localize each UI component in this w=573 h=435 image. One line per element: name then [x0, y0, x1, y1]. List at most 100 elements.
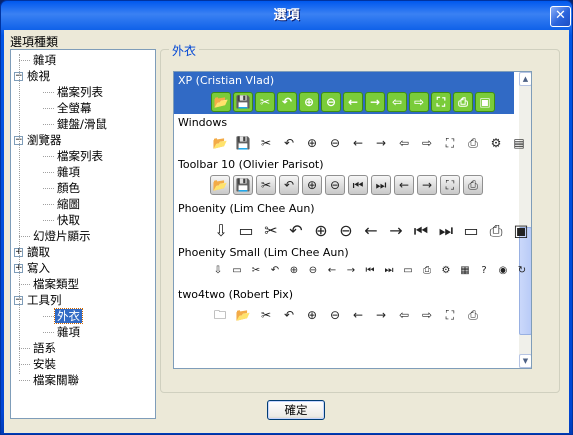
tree-connector [19, 364, 30, 365]
back-icon: ← [327, 265, 337, 276]
tree-item[interactable]: 瀏覽器 [25, 132, 64, 148]
tree-item[interactable]: 檔案類型 [31, 276, 81, 292]
open-icon: 📂 [212, 136, 228, 150]
next-folder-icon: ⇨ [421, 136, 433, 150]
close-icon[interactable]: ✕ [550, 6, 571, 27]
extra-icon: ▣ [513, 221, 529, 240]
skin-item[interactable]: XP (Cristian Vlad) 📂 💾 ✂ ↶ ⊕ ⊖ ← → ⇦ ⇨ ⛶ ⎙ ▣ [174, 72, 514, 114]
tree-connector [43, 172, 54, 173]
folder-icon: 🗀 [213, 308, 226, 322]
back-icon: ← [394, 175, 414, 195]
tree-item[interactable]: 安裝 [31, 356, 58, 372]
next-folder-icon: ⇨ [409, 92, 429, 112]
skin-item[interactable]: Phoenity Small (Lim Chee Aun) ⇩ ▭ ✂ ↶ ⊕ ⊖ ← → ⏮ ⏭ ▭… [174, 244, 526, 286]
back-icon: ← [352, 308, 364, 322]
tree-connector [19, 236, 30, 237]
next-icon: ⏭ [384, 265, 394, 276]
prev-folder-icon: ⇦ [387, 92, 407, 112]
cut-icon: ✂ [255, 92, 275, 112]
tree-item[interactable]: 雜項 [55, 164, 82, 180]
skin-item[interactable]: Windows📂💾✂↶⊕⊖←→⇦⇨⛶⎙⚙▤▦ [174, 114, 525, 156]
options-dialog: 選項 ✕ 選項種類 雜項 檢視 − 檔案列表 全螢幕 鍵盤/滑鼠 瀏覽器 − 檔案列表 雜項 顏色縮… [0, 0, 573, 435]
tree-item[interactable]: 檔案列表 [55, 84, 105, 100]
tree-item-label: 安裝 [33, 357, 56, 371]
tree-item[interactable]: 寫入 [25, 260, 52, 276]
forward-icon: → [389, 221, 403, 240]
tree-item-label: 檢視 [27, 69, 50, 83]
tree-item[interactable]: 語系 [31, 340, 58, 356]
window-icon: ▭ [463, 221, 479, 240]
skin-preview-strip: 📂 💾 ✂ ↶ ⊕ ⊖ ← → ⇦ ⇨ ⛶ ⎙ ▣ [211, 92, 495, 116]
tree-connector [19, 54, 20, 374]
zoom-out-icon: ⊖ [339, 221, 353, 240]
category-label: 選項種類 [10, 35, 59, 49]
zoom-out-icon: ⊖ [325, 175, 345, 195]
print-icon: ⎙ [468, 308, 478, 322]
tree-connector [19, 380, 30, 381]
tree-item[interactable]: 檢視 [25, 68, 52, 84]
skin-item[interactable]: Phoenity (Lim Chee Aun) ⇩ ▭ ✂ ↶ ⊕ ⊖ ← → ⏮ ⏭ ▭ ⎙ ▣ [174, 200, 529, 246]
skin-name: Toolbar 10 (Olivier Parisot) [178, 158, 324, 171]
open-icon: 📂 [211, 92, 231, 112]
tree-connector [19, 284, 30, 285]
tree-item[interactable]: 雜項 [31, 52, 58, 68]
prev-folder-icon: ⇦ [398, 308, 410, 322]
print-icon: ⎙ [463, 175, 483, 195]
back-icon: ← [343, 92, 363, 112]
save-icon: 💾 [235, 136, 251, 150]
skin-list[interactable]: ▲ ▼ XP (Cristian Vlad) 📂 💾 ✂ ↶ ⊕ ⊖ ← → ⇦ ⇨ ⛶ ⎙ ▣ Windo… [173, 71, 532, 369]
skin-name: Phoenity Small (Lim Chee Aun) [178, 246, 349, 259]
tree-item-label: 外衣 [54, 308, 83, 324]
tree-item[interactable]: 顏色 [55, 180, 82, 196]
fullscreen-icon: ⛶ [445, 308, 455, 322]
tree-connector [43, 220, 54, 221]
back-icon: ← [352, 136, 364, 150]
undo-icon: ↶ [279, 175, 299, 195]
tree-item[interactable]: 全螢幕 [55, 100, 94, 116]
extra-icon: ▣ [475, 92, 495, 112]
tree-item[interactable]: 工具列 [25, 292, 64, 308]
zoom-out-icon: ⊖ [321, 92, 341, 112]
tree-item[interactable]: 幻燈片顯示 [31, 228, 93, 244]
print-icon: ⎙ [468, 136, 478, 150]
fullscreen-icon: ⛶ [431, 92, 451, 112]
tree-item[interactable]: 讀取 [25, 244, 52, 260]
zoom-in-icon: ⊕ [302, 175, 322, 195]
zoom-in-icon: ⊕ [289, 265, 299, 276]
tree-item-label: 工具列 [27, 293, 62, 307]
undo-icon: ↶ [289, 221, 303, 240]
tree-item[interactable]: 檔案列表 [55, 148, 105, 164]
camera-icon: ◉ [498, 265, 508, 276]
scroll-up-icon[interactable]: ▲ [519, 72, 531, 86]
next-icon: ⏭ [371, 175, 391, 195]
tree-item[interactable]: 縮圖 [55, 196, 82, 212]
undo-icon: ↶ [283, 136, 295, 150]
tree-item-label: 檔案列表 [57, 149, 103, 163]
tree-item-label: 讀取 [27, 245, 50, 259]
ok-button[interactable]: 確定 [267, 400, 325, 420]
skin-item[interactable]: Toolbar 10 (Olivier Parisot) 📂 💾 ✂ ↶ ⊕ ⊖ ⏮ ⏭ ← → ⛶ ⎙ [174, 156, 514, 198]
forward-icon: → [375, 136, 387, 150]
fullscreen-icon: ⛶ [445, 136, 455, 150]
window-icon: ▭ [403, 265, 413, 276]
skin-name: two4two (Robert Pix) [178, 288, 294, 301]
options-category-tree[interactable]: 雜項 檢視 − 檔案列表 全螢幕 鍵盤/滑鼠 瀏覽器 − 檔案列表 雜項 顏色 縮圖 快取 幻燈片顯示 讀取… [10, 49, 156, 419]
open-icon: 📂 [235, 308, 251, 322]
next-folder-icon: ⇨ [421, 308, 433, 322]
tree-item[interactable]: 外衣 [54, 308, 83, 324]
tree-item-label: 全螢幕 [57, 101, 92, 115]
undo-icon: ↶ [270, 265, 280, 276]
tree-item[interactable]: 鍵盤/滑鼠 [55, 116, 109, 132]
tree-item-label: 雜項 [57, 325, 80, 339]
film-icon: ▦ [460, 265, 470, 276]
tree-item[interactable]: 檔案關聯 [31, 372, 81, 388]
tree-connector [43, 92, 54, 93]
tree-item[interactable]: 雜項 [55, 324, 82, 340]
tree-item[interactable]: 快取 [55, 212, 82, 228]
zoom-in-icon: ⊕ [306, 136, 318, 150]
skin-item[interactable]: two4two (Robert Pix) 🗀 📂 ✂ ↶ ⊕ ⊖ ← → ⇦ ⇨ ⛶ ⎙ [174, 286, 514, 328]
fullscreen-icon: ⛶ [440, 175, 460, 195]
zoom-out-icon: ⊖ [329, 136, 341, 150]
scroll-down-icon[interactable]: ▼ [519, 354, 531, 368]
forward-icon: → [365, 92, 385, 112]
